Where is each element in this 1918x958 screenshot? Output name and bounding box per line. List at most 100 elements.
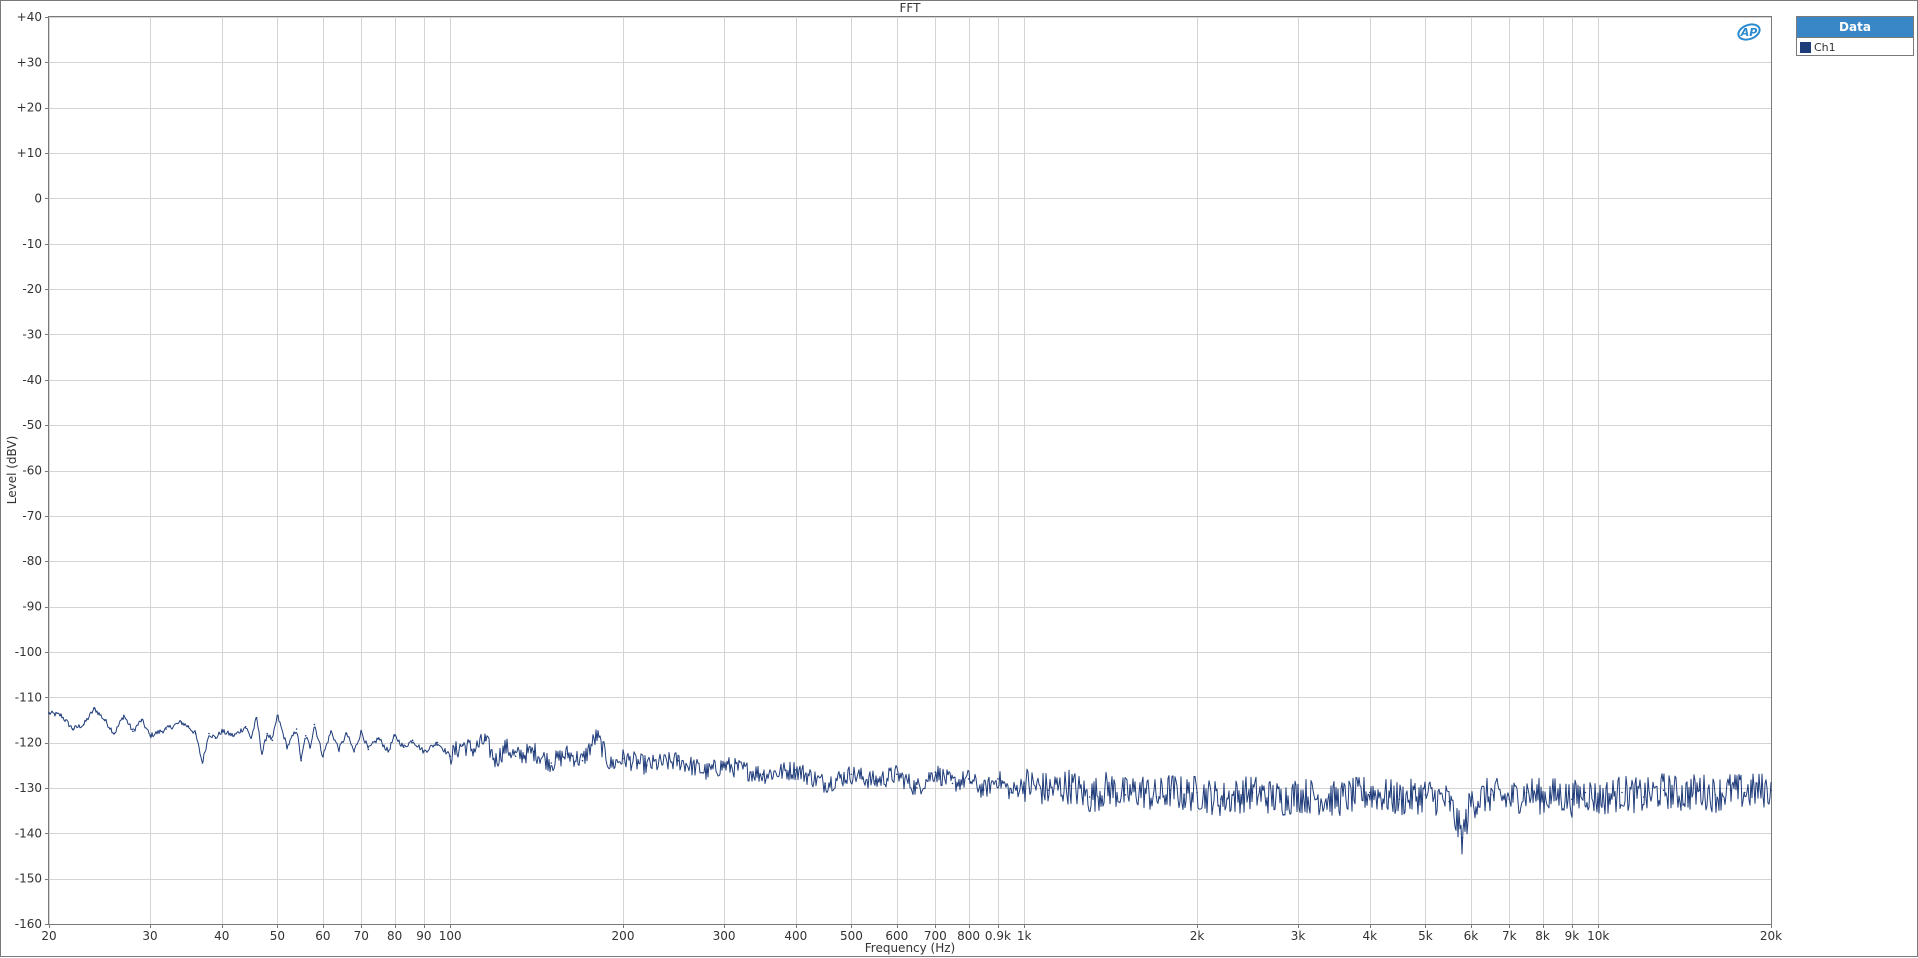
x-tick-label: 5k: [1418, 929, 1433, 943]
data-point: [1424, 794, 1427, 796]
data-point: [761, 773, 764, 776]
chart-frame: 20 30 40 50 60 70 80 90 100 200 300 400 500 600 700 800…: [0, 0, 1918, 957]
data-point: [266, 732, 269, 735]
data-point: [255, 716, 258, 719]
data-point: [201, 762, 204, 764]
data-point: [244, 725, 247, 728]
data-point: [595, 735, 598, 737]
data-point: [1584, 791, 1587, 794]
x-tick-label: 800: [957, 929, 980, 943]
data-point: [1597, 798, 1599, 801]
data-point: [221, 730, 223, 733]
fft-chart: 20 30 40 50 60 70 80 90 100 200 300 400 500 600 700 800…: [5, 1, 1782, 955]
y-tick-label: -70: [22, 509, 42, 523]
chart-title: FFT: [900, 1, 922, 15]
data-point: [286, 746, 289, 748]
data-point: [322, 755, 324, 757]
x-tick-label: 400: [784, 929, 807, 943]
data-point: [1461, 837, 1464, 839]
data-point: [436, 741, 439, 744]
data-point: [706, 771, 708, 773]
y-tick-label: +20: [17, 101, 42, 115]
x-tick-label: 7k: [1502, 929, 1517, 943]
data-point: [997, 778, 999, 780]
data-point: [140, 719, 143, 721]
data-point: [60, 714, 62, 717]
data-point: [411, 739, 414, 742]
legend-header: Data: [1797, 17, 1913, 38]
x-tick-label: 200: [612, 929, 635, 943]
y-tick-label: -50: [22, 418, 42, 432]
data-point: [550, 762, 553, 764]
data-point: [896, 773, 898, 776]
data-point: [1757, 789, 1759, 791]
x-tick-label: 60: [315, 929, 330, 943]
x-tick-label: 20k: [1760, 929, 1782, 943]
data-point: [180, 721, 183, 723]
data-point: [214, 737, 217, 739]
series-layer: [48, 706, 1772, 855]
x-tick-label: 300: [713, 929, 736, 943]
data-point: [1124, 794, 1127, 796]
y-tick-label: -160: [15, 917, 42, 931]
data-point: [622, 757, 624, 760]
data-point: [982, 789, 985, 791]
data-point: [1621, 791, 1623, 794]
ap-logo-icon: AP: [1736, 22, 1762, 42]
x-tick-label: 70: [354, 929, 369, 943]
data-point: [1047, 789, 1049, 791]
data-point: [360, 730, 363, 733]
y-tick-label: -150: [15, 872, 42, 886]
data-point: [1369, 791, 1371, 794]
x-tick-label: 20: [41, 929, 56, 943]
data-point: [1571, 798, 1573, 801]
x-tick-label: 9k: [1565, 929, 1580, 943]
data-point: [1068, 784, 1071, 787]
data-point: [309, 746, 311, 748]
logo-text: AP: [1740, 26, 1758, 39]
data-point: [449, 755, 452, 757]
data-point: [1398, 798, 1400, 801]
data-point: [609, 764, 611, 767]
data-point: [1140, 789, 1143, 791]
x-tick-label: 3k: [1291, 929, 1306, 943]
x-tick-label: 1k: [1017, 929, 1032, 943]
data-point: [194, 732, 197, 735]
data-point: [566, 753, 569, 755]
y-axis-label: Level (dBV): [5, 436, 19, 505]
data-point: [951, 782, 954, 785]
data-point: [1541, 796, 1544, 798]
y-tick-label: -60: [22, 464, 42, 478]
x-tick-label: 50: [270, 929, 285, 943]
data-point: [261, 753, 263, 755]
y-tick-label: -140: [15, 826, 42, 840]
data-point: [795, 769, 797, 771]
y-tick-label: -40: [22, 373, 42, 387]
data-point: [103, 719, 106, 721]
y-tick-label: -100: [15, 645, 42, 659]
data-point: [824, 782, 826, 785]
data-point: [208, 732, 210, 735]
data-point: [1714, 794, 1717, 796]
y-tick-label: -120: [15, 736, 42, 750]
data-point: [1183, 794, 1185, 796]
data-point: [377, 737, 380, 739]
y-tick-label: -20: [22, 282, 42, 296]
grid: [49, 17, 1772, 925]
data-point: [1662, 789, 1665, 791]
data-point: [494, 759, 497, 762]
data-point: [304, 735, 307, 737]
data-point: [1448, 800, 1450, 803]
data-point: [271, 739, 274, 742]
x-axis-label: Frequency (Hz): [865, 941, 956, 955]
data-point: [1335, 798, 1338, 801]
y-tick-label: 0: [34, 191, 42, 205]
y-tick-label: -30: [22, 327, 42, 341]
data-point: [916, 787, 918, 789]
legend-item-label: Ch1: [1814, 40, 1836, 54]
data-point: [514, 755, 517, 757]
y-tick-label: -110: [15, 690, 42, 704]
y-tick-label: +10: [17, 146, 42, 160]
legend-item-ch1[interactable]: Ch1: [1797, 38, 1913, 56]
data-point: [484, 739, 486, 742]
